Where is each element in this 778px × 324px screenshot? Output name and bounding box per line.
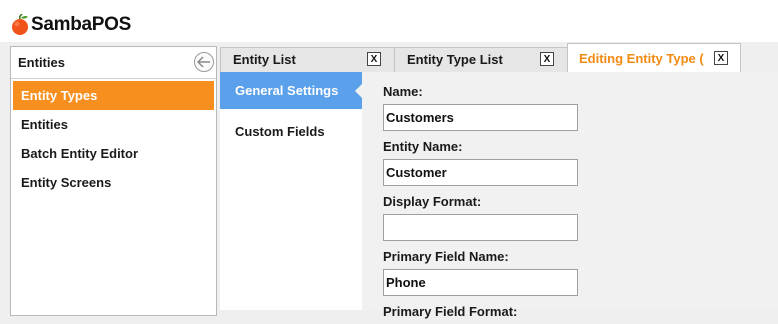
nav-item-label: Entity Types	[21, 88, 98, 103]
section-custom-fields[interactable]: Custom Fields	[220, 113, 362, 150]
panel-title: Entities	[18, 55, 65, 70]
tab-entity-list[interactable]: Entity List X	[220, 47, 395, 72]
entity-name-input[interactable]	[383, 159, 578, 186]
section-label: Custom Fields	[235, 124, 325, 139]
nav-item-entity-screens[interactable]: Entity Screens	[13, 168, 214, 197]
section-label: General Settings	[235, 83, 339, 98]
name-label: Name:	[383, 84, 423, 99]
display-format-input[interactable]	[383, 214, 578, 241]
tab-label: Entity Type List	[407, 52, 503, 67]
entity-name-label: Entity Name:	[383, 139, 463, 154]
general-settings-form: Name: Entity Name: Display Format: Prima…	[383, 80, 773, 324]
back-button[interactable]	[194, 52, 214, 72]
logo: SambaPOS	[10, 12, 131, 38]
nav-item-entity-types[interactable]: Entity Types	[13, 81, 214, 110]
primary-field-name-label: Primary Field Name:	[383, 249, 509, 264]
editor-area: General Settings Custom Fields Name: Ent…	[220, 72, 778, 319]
tab-entity-type-list[interactable]: Entity Type List X	[394, 47, 568, 72]
top-bar: SambaPOS	[0, 0, 778, 42]
close-tab-button[interactable]: X	[540, 52, 554, 66]
nav-item-label: Entity Screens	[21, 175, 112, 190]
orange-logo-icon	[12, 14, 28, 35]
arrow-left-icon	[197, 56, 210, 68]
tab-label: Editing Entity Type (	[579, 51, 704, 66]
display-format-label: Display Format:	[383, 194, 482, 209]
close-tab-button[interactable]: X	[367, 52, 381, 66]
name-input[interactable]	[383, 104, 578, 131]
nav-item-entities[interactable]: Entities	[13, 110, 214, 139]
tab-editing-entity-type[interactable]: Editing Entity Type ( X	[567, 43, 741, 73]
nav-item-batch-entity-editor[interactable]: Batch Entity Editor	[13, 139, 214, 168]
primary-field-name-input[interactable]	[383, 269, 578, 296]
entities-panel: Entities Entity Types Entities Batch Ent…	[10, 46, 217, 316]
primary-field-format-label: Primary Field Format:	[383, 304, 518, 319]
nav-item-label: Entities	[21, 117, 68, 132]
section-general-settings[interactable]: General Settings	[220, 72, 363, 109]
logo-text: SambaPOS	[31, 14, 132, 35]
panel-header: Entities	[11, 47, 216, 79]
close-tab-button[interactable]: X	[714, 51, 728, 65]
nav-item-label: Batch Entity Editor	[21, 146, 139, 161]
tab-label: Entity List	[233, 52, 296, 67]
document-tabs: Entity List X Entity Type List X Editing…	[220, 42, 778, 73]
section-nav: General Settings Custom Fields	[220, 72, 363, 310]
